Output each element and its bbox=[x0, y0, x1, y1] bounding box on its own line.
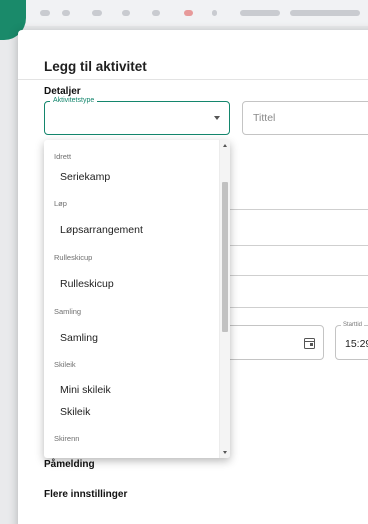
background-blur bbox=[152, 10, 160, 16]
title-placeholder: Tittel bbox=[253, 112, 276, 124]
background-blur bbox=[122, 10, 130, 16]
dropdown-option-samling[interactable]: Samling bbox=[60, 332, 98, 344]
dropdown-group-skileik: Skileik bbox=[54, 360, 76, 369]
calendar-icon[interactable] bbox=[304, 338, 315, 349]
activity-type-dropdown: Idrett Seriekamp Løp Løpsarrangement Rul… bbox=[44, 140, 230, 458]
title-divider bbox=[18, 79, 368, 80]
scroll-up-icon[interactable] bbox=[223, 144, 227, 147]
background-blur bbox=[212, 10, 217, 16]
background-blur bbox=[240, 10, 280, 16]
background-blur bbox=[92, 10, 102, 16]
start-time-value: 15:29 bbox=[345, 338, 368, 350]
registration-section[interactable]: Påmelding bbox=[44, 459, 95, 470]
start-time-label: Starttid bbox=[341, 321, 365, 329]
background-blur bbox=[184, 10, 193, 16]
dropdown-group-skirenn: Skirenn bbox=[54, 434, 80, 443]
dropdown-scrollbar[interactable] bbox=[219, 140, 230, 458]
dropdown-group-lop: Løp bbox=[54, 199, 67, 208]
start-time-field[interactable]: Starttid 15:29 bbox=[335, 321, 368, 360]
dropdown-option-seriekamp[interactable]: Seriekamp bbox=[60, 171, 110, 183]
dropdown-caret-icon[interactable] bbox=[214, 116, 220, 120]
title-input[interactable]: Tittel bbox=[242, 101, 368, 135]
activity-type-label: Aktivitetstype bbox=[50, 96, 98, 106]
background-blur bbox=[40, 10, 50, 16]
dropdown-option-skileik[interactable]: Skileik bbox=[60, 406, 90, 418]
more-settings-section[interactable]: Flere innstillinger bbox=[44, 489, 127, 500]
scroll-down-icon[interactable] bbox=[223, 451, 227, 454]
dropdown-group-rulleskicup: Rulleskicup bbox=[54, 253, 93, 262]
activity-type-select[interactable]: Aktivitetstype bbox=[44, 96, 230, 135]
scroll-thumb[interactable] bbox=[222, 182, 228, 332]
background-blur bbox=[62, 10, 70, 16]
dialog-title: Legg til aktivitet bbox=[44, 59, 147, 74]
dropdown-option-rulleskicup[interactable]: Rulleskicup bbox=[60, 278, 114, 290]
dropdown-group-idrett: Idrett bbox=[54, 152, 72, 161]
background-blur bbox=[290, 10, 360, 16]
dropdown-option-mini-skileik[interactable]: Mini skileik bbox=[60, 384, 111, 396]
dropdown-option-lopsarrangement[interactable]: Løpsarrangement bbox=[60, 224, 143, 236]
dropdown-group-samling: Samling bbox=[54, 307, 82, 316]
